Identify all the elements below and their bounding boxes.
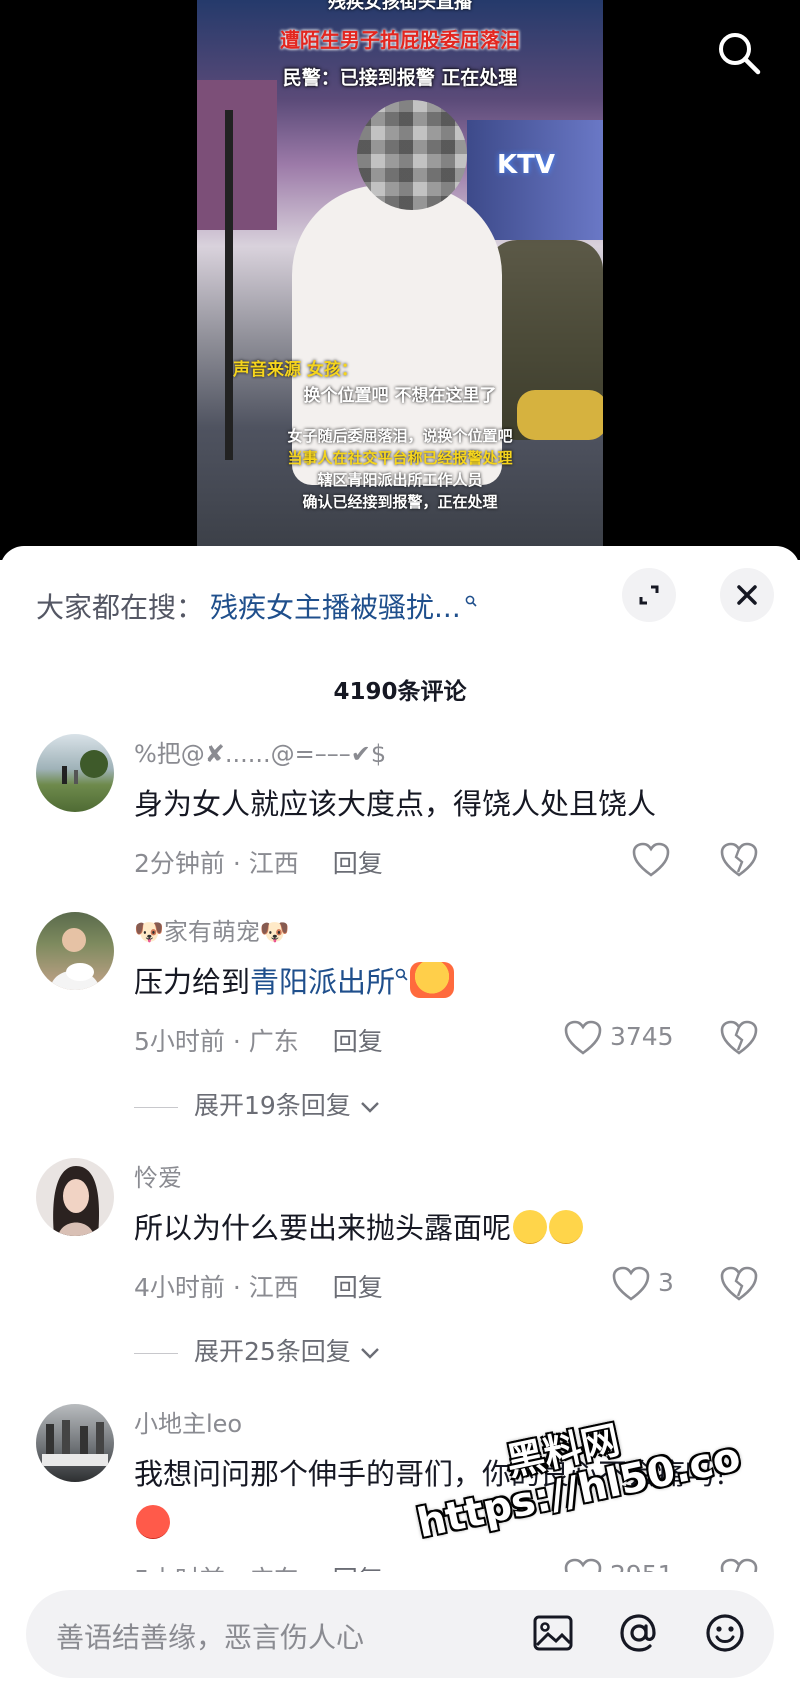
- broken-heart-icon: [720, 842, 758, 877]
- chevron-down-icon: [360, 1348, 379, 1359]
- video-caption-line: 确认已经接到报警，正在处理: [302, 493, 498, 511]
- video-caption-police: 民警：已接到报警 正在处理: [282, 67, 518, 89]
- comment-time-location: 2分钟前 · 江西: [134, 849, 299, 878]
- small-search-icon: [395, 969, 408, 981]
- dizzy-smile-emoji-icon: [513, 1210, 548, 1244]
- divider: [134, 1106, 178, 1108]
- video-caption-line: 女子随后委屈落泪，说换个位置吧: [287, 427, 513, 445]
- avatar-image: [42, 1420, 108, 1466]
- video-player[interactable]: KTV 残疾女孩街头直播 遭陌生男子拍屁股委屈落泪 民警：已接到报警 正在处理 …: [0, 0, 800, 560]
- comment-count: 4190条评论: [333, 679, 467, 705]
- comment-meta: 2分钟前 · 江西 回复: [134, 844, 383, 880]
- hot-search-keyword[interactable]: 残疾女主播被骚扰...: [210, 591, 461, 624]
- avatar-image: [50, 928, 100, 990]
- reply-button[interactable]: 回复: [333, 849, 383, 878]
- hot-search-bar[interactable]: 大家都在搜： 残疾女主播被骚扰...: [36, 586, 477, 626]
- comment-input[interactable]: 善语结善缘，恶言伤人心: [26, 1590, 774, 1678]
- video-caption-headline: 遭陌生男子拍屁股委屈落泪: [280, 28, 520, 52]
- username[interactable]: 小地主leo: [134, 1404, 242, 1439]
- avatar-image: [53, 1166, 100, 1236]
- chevron-down-icon: [360, 1102, 379, 1113]
- expand-button[interactable]: [622, 568, 676, 622]
- broken-heart-icon: [720, 1020, 758, 1055]
- comment-sheet: 大家都在搜： 残疾女主播被骚扰... 4190条评论 %把@✘......@=––…: [0, 546, 800, 1698]
- expand-icon: [639, 585, 659, 605]
- comment-meta: 5小时前 · 广东 回复: [134, 1022, 383, 1058]
- video-caption-line: 辖区青阳派出所工作人员: [317, 471, 483, 489]
- bg-building-left: [197, 80, 277, 230]
- comment-time-location: 4小时前 · 江西: [134, 1273, 299, 1302]
- angry-face-emoji-icon: [136, 1505, 170, 1539]
- smiley-face-icon: [706, 1614, 744, 1652]
- divider: [134, 1352, 178, 1354]
- mention-button[interactable]: [616, 1610, 662, 1656]
- close-button[interactable]: [720, 568, 774, 622]
- cheer-sticker-icon: [410, 962, 455, 998]
- comment-text: 压力给到青阳派出所: [134, 958, 754, 1007]
- expand-replies-label: 展开19条回复: [194, 1091, 351, 1120]
- image-button[interactable]: [530, 1610, 576, 1656]
- at-sign-icon: [620, 1614, 656, 1652]
- bg-pole: [225, 110, 233, 460]
- like-button[interactable]: 3745: [564, 1020, 674, 1056]
- comment-input-placeholder: 善语结善缘，恶言伤人心: [56, 1621, 365, 1654]
- close-icon: [737, 585, 757, 605]
- avatar-image: [62, 750, 108, 784]
- heart-icon: [632, 842, 670, 877]
- like-button[interactable]: [632, 842, 670, 878]
- like-count: 3745: [609, 1022, 674, 1051]
- comment-input-bar: 善语结善缘，恶言伤人心: [0, 1572, 800, 1698]
- ktv-sign: KTV: [497, 150, 556, 180]
- heart-icon: [612, 1266, 650, 1301]
- reply-button[interactable]: 回复: [333, 1027, 383, 1056]
- avatar[interactable]: [36, 1158, 114, 1236]
- video-caption-source: 声音来源 女孩：: [233, 360, 358, 380]
- heart-icon: [564, 1020, 602, 1055]
- dizzy-smile-emoji-icon: [549, 1210, 584, 1244]
- dislike-button[interactable]: [720, 1266, 758, 1306]
- avatar[interactable]: [36, 1404, 114, 1482]
- comment-text-part: 压力给到: [134, 965, 251, 999]
- reply-button[interactable]: 回复: [333, 1273, 383, 1302]
- small-search-icon: [465, 595, 477, 607]
- search-icon: [719, 33, 761, 75]
- like-button[interactable]: 3: [612, 1266, 674, 1302]
- dislike-button[interactable]: [720, 842, 758, 882]
- broken-heart-icon: [720, 1266, 758, 1301]
- image-icon: [533, 1615, 573, 1651]
- mosaic-face: [357, 100, 467, 210]
- video-frame[interactable]: KTV 残疾女孩街头直播 遭陌生男子拍屁股委屈落泪 民警：已接到报警 正在处理 …: [197, 0, 603, 548]
- username[interactable]: %把@✘......@=–––✔$: [134, 734, 386, 769]
- avatar[interactable]: [36, 912, 114, 990]
- video-caption-quote: 换个位置吧 不想在这里了: [303, 386, 497, 406]
- username[interactable]: 🐶家有萌宠🐶: [134, 912, 290, 947]
- emoji-button[interactable]: [702, 1610, 748, 1656]
- avatar[interactable]: [36, 734, 114, 812]
- comment-link[interactable]: 青阳派出所: [250, 965, 395, 999]
- like-count: 3: [657, 1268, 674, 1297]
- expand-replies-button[interactable]: 展开25条回复: [134, 1332, 381, 1368]
- hot-search-label: 大家都在搜：: [36, 591, 205, 624]
- comment-meta: 4小时前 · 江西 回复: [134, 1268, 383, 1304]
- expand-replies-button[interactable]: 展开19条回复: [134, 1086, 381, 1122]
- comment-text: 身为女人就应该大度点，得饶人处且饶人: [134, 787, 657, 821]
- expand-replies-label: 展开25条回复: [194, 1337, 351, 1366]
- username[interactable]: 怜爱: [134, 1158, 182, 1193]
- comment-text: 所以为什么要出来抛头露面呢: [134, 1204, 754, 1253]
- comment-time-location: 5小时前 · 广东: [134, 1027, 299, 1056]
- dislike-button[interactable]: [720, 1020, 758, 1060]
- comment-text-part: 所以为什么要出来抛头露面呢: [134, 1211, 512, 1245]
- video-caption-line: 当事人在社交平台称已经报警处理: [287, 449, 513, 467]
- video-caption-top: 残疾女孩街头直播: [328, 0, 472, 13]
- bg-building-right: [467, 120, 603, 240]
- search-button[interactable]: [714, 28, 764, 78]
